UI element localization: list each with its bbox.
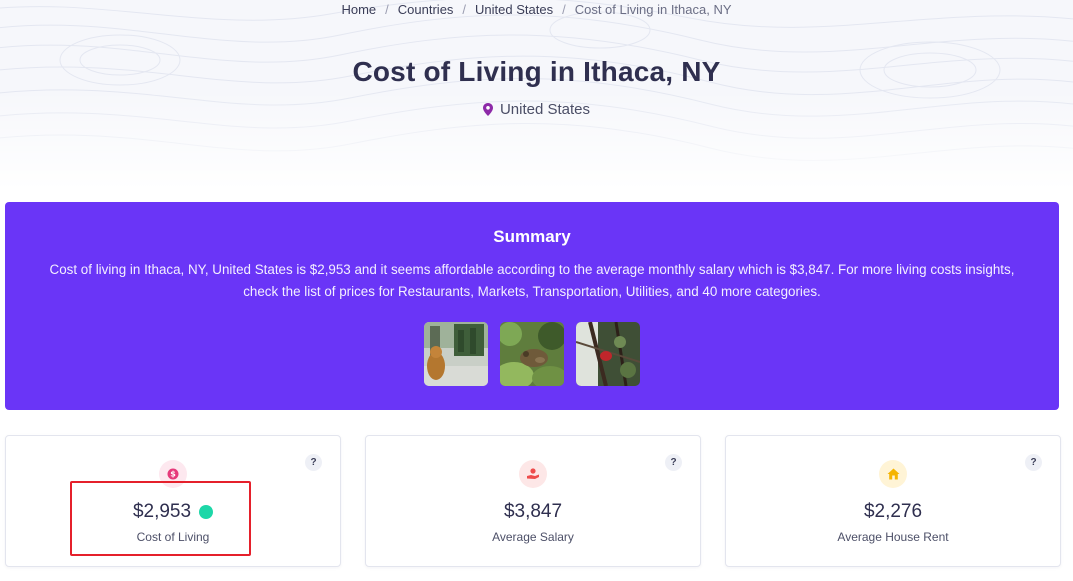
- average-house-rent-value: $2,276: [863, 501, 923, 522]
- average-house-rent-label: Average House Rent: [837, 530, 949, 544]
- average-salary-card: ? $3,847 Average Salary: [365, 435, 701, 567]
- average-house-rent-value-row: $2,276: [726, 501, 1060, 523]
- salary-hand-icon: [519, 460, 547, 488]
- summary-heading: Summary: [493, 227, 571, 246]
- cost-of-living-card: ? $ $2,953 Cost of Living: [5, 435, 341, 567]
- average-salary-label: Average Salary: [492, 530, 574, 544]
- average-salary-value: $3,847: [503, 501, 563, 522]
- breadcrumb-separator: /: [562, 1, 566, 17]
- dog-on-sidewalk-photo[interactable]: [424, 322, 488, 386]
- location-label: United States: [499, 101, 591, 118]
- red-bird-in-tree-photo[interactable]: [576, 322, 640, 386]
- house-icon: [879, 460, 907, 488]
- breadcrumb-countries[interactable]: Countries: [398, 2, 454, 17]
- page-title: Cost of Living in Ithaca, NY: [352, 56, 721, 87]
- location: United States: [0, 101, 1073, 118]
- cost-of-living-label: Cost of Living: [136, 530, 210, 544]
- summary-text: Cost of living in Ithaca, NY, United Sta…: [49, 262, 1015, 299]
- help-icon[interactable]: ?: [1025, 454, 1042, 471]
- svg-text:$: $: [170, 470, 176, 479]
- cost-of-living-value: $2,953: [132, 501, 192, 522]
- breadcrumb-current: Cost of Living in Ithaca, NY: [574, 1, 732, 17]
- photo-gallery: [424, 322, 640, 386]
- help-icon[interactable]: ?: [305, 454, 322, 471]
- average-house-rent-card: ? $2,276 Average House Rent: [725, 435, 1061, 567]
- status-indicator-dot: [199, 505, 214, 519]
- money-icon: $: [159, 460, 187, 488]
- map-pin-icon: [482, 103, 493, 116]
- cost-of-living-value-row: $2,953: [6, 501, 340, 523]
- breadcrumb-home[interactable]: Home: [341, 2, 376, 17]
- frog-on-moss-photo[interactable]: [500, 322, 564, 386]
- summary-panel: Summary Cost of living in Ithaca, NY, Un…: [5, 202, 1059, 410]
- breadcrumb-separator: /: [385, 1, 389, 17]
- hero-header: [0, 0, 1073, 190]
- breadcrumb-separator: /: [462, 1, 467, 17]
- help-icon[interactable]: ?: [665, 454, 682, 471]
- breadcrumb-united-states[interactable]: United States: [475, 2, 553, 17]
- breadcrumb: Home / Countries / United States / Cost …: [0, 0, 1073, 18]
- average-salary-value-row: $3,847: [366, 501, 700, 523]
